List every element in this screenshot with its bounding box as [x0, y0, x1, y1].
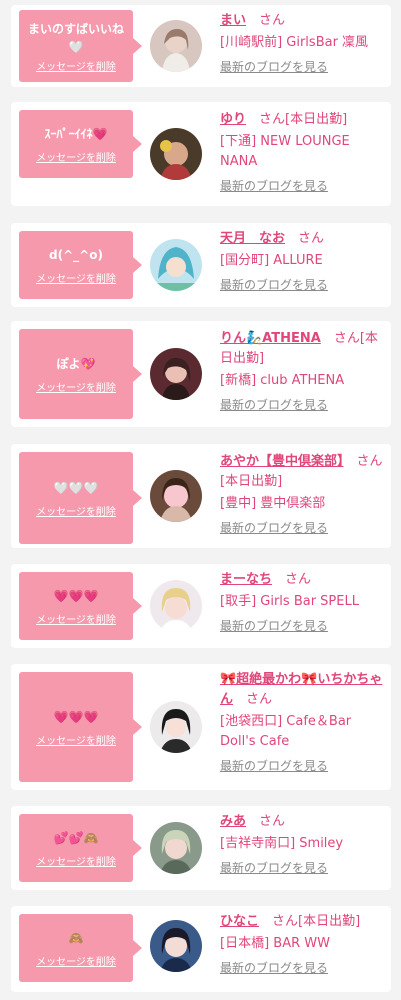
message-text: まいのすばいいね — [27, 21, 124, 36]
shop-name: [池袋西口] Cafe＆Bar Doll's Cafe — [220, 714, 352, 749]
latest-blog-link[interactable]: 最新のブログを見る — [220, 275, 385, 295]
message-bubble: ぽよ💖 メッセージを削除 — [19, 329, 142, 419]
cast-name-link[interactable]: まーなち — [220, 572, 272, 587]
message-card: 🤍🤍🤍 メッセージを削除 あやか【豊中倶楽部】 さん [本日出勤] [豊中] 豊中… — [11, 444, 391, 548]
message-bubble: ｽｰﾊﾟｰｲｲﾈ💗 メッセージを削除 — [19, 110, 142, 178]
cast-info: あやか【豊中倶楽部】 さん [本日出勤] [豊中] 豊中倶楽部 最新のブログを見る — [220, 452, 385, 538]
message-card: ｽｰﾊﾟｰｲｲﾈ💗 メッセージを削除 ゆり さん[本日出勤] [下通] NEW … — [11, 102, 391, 206]
honorific: さん — [298, 231, 325, 246]
latest-blog-link[interactable]: 最新のブログを見る — [220, 756, 385, 776]
delete-message-link[interactable]: メッセージを削除 — [36, 732, 116, 747]
honorific: さん — [259, 112, 286, 127]
shop-name: [下通] NEW LOUNGE NANA — [220, 134, 350, 169]
cast-name-link[interactable]: みあ — [220, 814, 246, 829]
message-card: d(^_^o) メッセージを削除 天月 なお さん [国分町] ALLURE 最… — [11, 223, 391, 307]
cast-info: 🎀超絶最かわ🎀いちかちゃん さん [池袋西口] Cafe＆Bar Doll's … — [220, 670, 385, 776]
message-bubble: 💕💕🙈 メッセージを削除 — [19, 814, 142, 882]
message-text: ｽｰﾊﾟｰｲｲﾈ💗 — [44, 126, 108, 141]
heart-emoji: 💗 — [92, 126, 108, 141]
honorific: さん — [272, 914, 299, 929]
message-bubble: まいのすばいいね 🤍 メッセージを削除 — [19, 10, 142, 82]
honorific: さん — [285, 572, 312, 587]
status-suffix: [本日出勤] — [220, 474, 283, 489]
cast-name-link[interactable]: 🎀超絶最かわ🎀いちかちゃん — [220, 672, 382, 707]
message-emoji: 💗💗💗 — [53, 588, 99, 603]
message-card: 💕💕🙈 メッセージを削除 みあ さん [吉祥寺南口] Smiley 最新のブログ… — [11, 806, 391, 890]
shop-name: [取手] Girls Bar SPELL — [220, 594, 359, 609]
honorific: さん — [259, 814, 286, 829]
message-card: まいのすばいいね 🤍 メッセージを削除 まい さん [川崎駅前] GirlsBa… — [11, 5, 391, 87]
avatar[interactable] — [150, 920, 202, 972]
cast-info: りん🧞ATHENA さん[本日出勤] [新橋] club ATHENA 最新のブ… — [220, 329, 385, 415]
delete-message-link[interactable]: メッセージを削除 — [36, 270, 116, 285]
message-bubble: d(^_^o) メッセージを削除 — [19, 231, 142, 299]
honorific: さん — [246, 692, 273, 707]
message-emoji: 💗💗💗 — [53, 709, 99, 724]
delete-message-link[interactable]: メッセージを削除 — [36, 379, 116, 394]
latest-blog-link[interactable]: 最新のブログを見る — [220, 958, 385, 978]
status-suffix: [本日出勤] — [285, 112, 348, 127]
latest-blog-link[interactable]: 最新のブログを見る — [220, 518, 385, 538]
message-bubble: 💗💗💗 メッセージを削除 — [19, 572, 142, 640]
cast-name-link[interactable]: ゆり — [220, 112, 246, 127]
avatar[interactable] — [150, 128, 202, 180]
message-text: d(^_^o) — [49, 247, 103, 262]
shop-name: [国分町] ALLURE — [220, 253, 323, 268]
cast-name-link[interactable]: あやか【豊中倶楽部】 — [220, 454, 344, 469]
cast-name-link[interactable]: りん🧞ATHENA — [220, 331, 321, 346]
shop-name: [日本橋] BAR WW — [220, 936, 330, 951]
avatar[interactable] — [150, 822, 202, 874]
honorific: さん — [333, 331, 360, 346]
cast-info: ひなこ さん[本日出勤] [日本橋] BAR WW 最新のブログを見る — [220, 912, 385, 978]
message-text: ぽよ💖 — [56, 356, 96, 371]
shop-name: [川崎駅前] GirlsBar 凜風 — [220, 35, 369, 50]
latest-blog-link[interactable]: 最新のブログを見る — [220, 858, 385, 878]
cast-info: ゆり さん[本日出勤] [下通] NEW LOUNGE NANA 最新のブログを… — [220, 110, 385, 196]
shop-name: [豊中] 豊中倶楽部 — [220, 496, 326, 511]
cast-info: まーなち さん [取手] Girls Bar SPELL 最新のブログを見る — [220, 570, 385, 636]
honorific: さん — [259, 13, 286, 28]
avatar[interactable] — [150, 470, 202, 522]
delete-message-link[interactable]: メッセージを削除 — [36, 58, 116, 73]
delete-message-link[interactable]: メッセージを削除 — [36, 853, 116, 868]
shop-name: [新橋] club ATHENA — [220, 373, 345, 388]
cast-name-link[interactable]: 天月 なお — [220, 231, 285, 246]
message-card: ぽよ💖 メッセージを削除 りん🧞ATHENA さん[本日出勤] [新橋] clu… — [11, 321, 391, 427]
avatar[interactable] — [150, 701, 202, 753]
cast-info: まい さん [川崎駅前] GirlsBar 凜風 最新のブログを見る — [220, 11, 385, 77]
message-emoji: 💕💕🙈 — [53, 830, 99, 845]
avatar[interactable] — [150, 580, 202, 632]
delete-message-link[interactable]: メッセージを削除 — [36, 503, 116, 518]
delete-message-link[interactable]: メッセージを削除 — [36, 611, 116, 626]
honorific: さん — [356, 454, 383, 469]
message-emoji: 🙈 — [68, 930, 84, 945]
delete-message-link[interactable]: メッセージを削除 — [36, 953, 116, 968]
latest-blog-link[interactable]: 最新のブログを見る — [220, 395, 385, 415]
latest-blog-link[interactable]: 最新のブログを見る — [220, 176, 385, 196]
avatar[interactable] — [150, 20, 202, 72]
latest-blog-link[interactable]: 最新のブログを見る — [220, 616, 385, 636]
cast-name-link[interactable]: ひなこ — [220, 914, 259, 929]
message-bubble: 💗💗💗 メッセージを削除 — [19, 672, 142, 782]
avatar[interactable] — [150, 348, 202, 400]
message-emoji: 🤍 — [68, 39, 84, 54]
latest-blog-link[interactable]: 最新のブログを見る — [220, 57, 385, 77]
message-bubble: 🤍🤍🤍 メッセージを削除 — [19, 452, 142, 544]
cast-info: みあ さん [吉祥寺南口] Smiley 最新のブログを見る — [220, 812, 385, 878]
message-card: 🙈 メッセージを削除 ひなこ さん[本日出勤] [日本橋] BAR WW 最新の… — [11, 906, 391, 992]
cast-info: 天月 なお さん [国分町] ALLURE 最新のブログを見る — [220, 229, 385, 295]
status-suffix: [本日出勤] — [298, 914, 361, 929]
cast-name-link[interactable]: まい — [220, 13, 246, 28]
message-card: 💗💗💗 メッセージを削除 まーなち さん [取手] Girls Bar SPEL… — [11, 564, 391, 648]
avatar[interactable] — [150, 239, 202, 291]
message-bubble: 🙈 メッセージを削除 — [19, 914, 142, 982]
heart-emoji: 💖 — [80, 356, 96, 371]
message-emoji: 🤍🤍🤍 — [53, 480, 99, 495]
message-card: 💗💗💗 メッセージを削除 🎀超絶最かわ🎀いちかちゃん さん [池袋西口] Caf… — [11, 664, 391, 790]
shop-name: [吉祥寺南口] Smiley — [220, 836, 344, 851]
delete-message-link[interactable]: メッセージを削除 — [36, 149, 116, 164]
